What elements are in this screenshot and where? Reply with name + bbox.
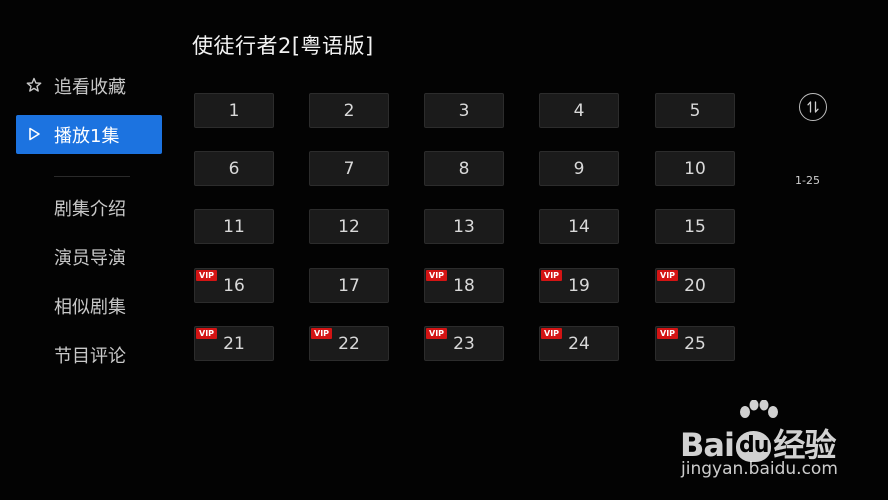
episode-button[interactable]: 3 (424, 93, 504, 128)
vip-badge: VIP (657, 328, 679, 339)
episode-number: 4 (573, 100, 585, 121)
episode-button[interactable]: 25 VIP (655, 326, 735, 361)
sidebar-item-label: 节目评论 (54, 345, 126, 367)
episode-button[interactable]: 13 (424, 209, 504, 244)
episode-number: 22 (338, 333, 360, 354)
play-outline-icon (29, 127, 40, 141)
page-title: 使徒行者2[粤语版] (192, 34, 374, 58)
episode-number: 3 (458, 100, 470, 121)
episode-button[interactable]: 5 (655, 93, 735, 128)
vip-badge: VIP (541, 328, 563, 339)
episode-number: 23 (453, 333, 475, 354)
vip-badge: VIP (196, 270, 218, 281)
episode-button[interactable]: 23 VIP (424, 326, 504, 361)
episode-button[interactable]: 14 (539, 209, 619, 244)
episode-button[interactable]: 24 VIP (539, 326, 619, 361)
episode-number: 9 (573, 158, 585, 179)
episode-button[interactable]: 6 (194, 151, 274, 186)
episode-number: 10 (684, 158, 706, 179)
episode-button[interactable]: 20 VIP (655, 268, 735, 303)
episode-button[interactable]: 17 (309, 268, 389, 303)
sidebar-item-label: 相似剧集 (54, 296, 126, 318)
vip-badge: VIP (196, 328, 218, 339)
sidebar-item-synopsis[interactable]: 剧集介绍 (16, 188, 162, 227)
episode-number: 6 (228, 158, 240, 179)
episode-number: 13 (453, 216, 475, 237)
episode-number: 25 (684, 333, 706, 354)
episode-button[interactable]: 1 (194, 93, 274, 128)
episode-button[interactable]: 12 (309, 209, 389, 244)
episode-number: 1 (228, 100, 240, 121)
episode-button[interactable]: 15 (655, 209, 735, 244)
watermark-url: jingyan.baidu.com (681, 459, 838, 479)
episode-number: 18 (453, 275, 475, 296)
sidebar-item-label: 播放1集 (54, 125, 120, 147)
episode-button[interactable]: 11 (194, 209, 274, 244)
episode-number: 12 (338, 216, 360, 237)
vip-badge: VIP (426, 328, 448, 339)
episode-number: 15 (684, 216, 706, 237)
baidu-jingyan-watermark: Bai du 经验 jingyan.baidu.com (655, 400, 865, 490)
vip-badge: VIP (311, 328, 333, 339)
episode-button[interactable]: 7 (309, 151, 389, 186)
episode-number: 17 (338, 275, 360, 296)
sidebar-item-label: 追看收藏 (54, 76, 126, 98)
episode-number: 19 (568, 275, 590, 296)
sidebar-divider (54, 176, 130, 177)
episode-button[interactable]: 8 (424, 151, 504, 186)
sort-button[interactable] (799, 93, 827, 121)
episode-selection-screen: 使徒行者2[粤语版] 追看收藏 播放1集 剧集介绍 演员导演 相似剧集 节目评论… (0, 0, 888, 500)
episode-number: 5 (689, 100, 701, 121)
episode-button[interactable]: 16 VIP (194, 268, 274, 303)
episode-button[interactable]: 21 VIP (194, 326, 274, 361)
episode-number: 24 (568, 333, 590, 354)
episode-button[interactable]: 2 (309, 93, 389, 128)
sidebar-item-favorites[interactable]: 追看收藏 (16, 66, 162, 105)
star-outline-icon (26, 77, 42, 92)
sidebar-item-label: 剧集介绍 (54, 198, 126, 220)
watermark-brand-du: du (735, 431, 772, 462)
sort-toggle-icon (807, 101, 819, 113)
episode-number: 20 (684, 275, 706, 296)
episode-button[interactable]: 9 (539, 151, 619, 186)
episode-button[interactable]: 4 (539, 93, 619, 128)
sidebar-item-cast[interactable]: 演员导演 (16, 237, 162, 276)
episode-number: 8 (458, 158, 470, 179)
episode-number: 7 (343, 158, 355, 179)
vip-badge: VIP (541, 270, 563, 281)
episode-number: 14 (568, 216, 590, 237)
episode-number: 21 (223, 333, 245, 354)
vip-badge: VIP (657, 270, 679, 281)
episode-button[interactable]: 18 VIP (424, 268, 504, 303)
sidebar-item-play[interactable]: 播放1集 (16, 115, 162, 154)
episode-number: 11 (223, 216, 245, 237)
sidebar-item-comments[interactable]: 节目评论 (16, 335, 162, 374)
episode-button[interactable]: 22 VIP (309, 326, 389, 361)
sidebar-item-label: 演员导演 (54, 247, 126, 269)
vip-badge: VIP (426, 270, 448, 281)
episode-button[interactable]: 19 VIP (539, 268, 619, 303)
sidebar-item-similar[interactable]: 相似剧集 (16, 286, 162, 325)
episode-button[interactable]: 10 (655, 151, 735, 186)
episode-number: 16 (223, 275, 245, 296)
episode-number: 2 (343, 100, 355, 121)
episode-range-tab[interactable]: 1-25 (795, 174, 835, 187)
